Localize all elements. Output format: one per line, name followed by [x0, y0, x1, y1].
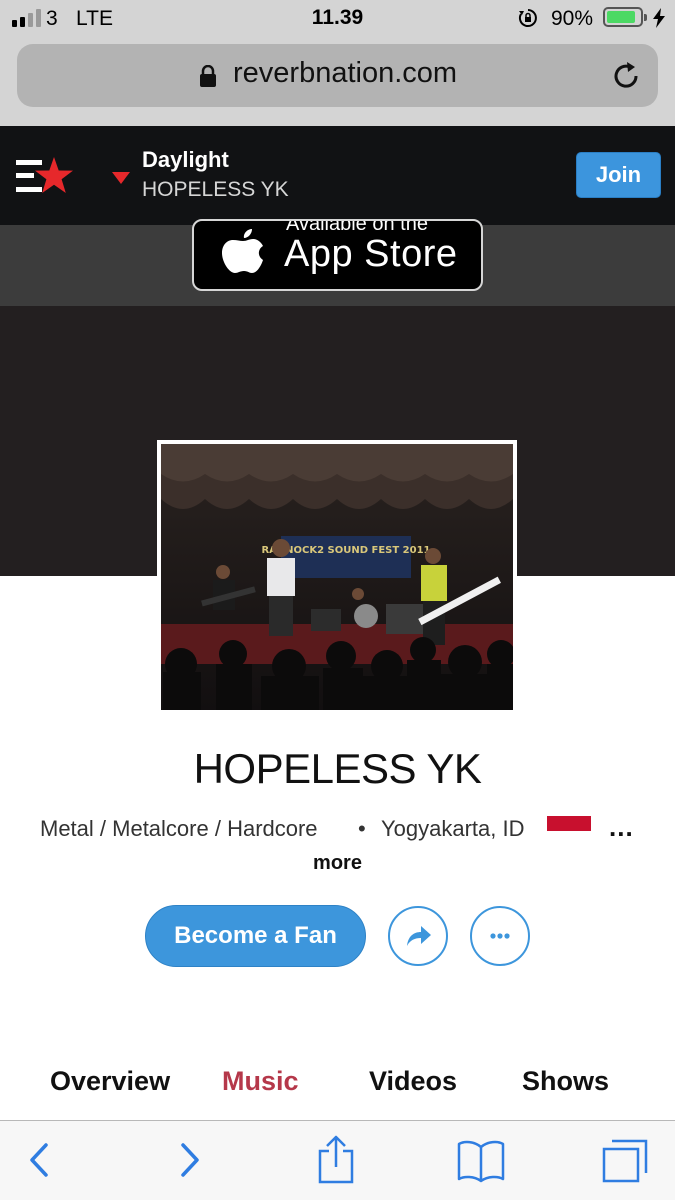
concert-photo-image: RAGNOCK2 SOUND FEST 2011: [161, 444, 513, 710]
battery-percent: 90%: [551, 7, 594, 30]
now-playing-artist[interactable]: HOPELESS YK: [142, 178, 289, 202]
tab-videos[interactable]: Videos: [369, 1066, 457, 1097]
browser-toolbar: [0, 1120, 675, 1200]
more-options-button[interactable]: [470, 906, 530, 966]
browser-url-area: reverbnation.com: [0, 36, 675, 126]
ellipsis-icon: [490, 933, 510, 939]
status-bar: 3 LTE 11.39 90%: [0, 0, 675, 36]
tab-music[interactable]: Music: [222, 1066, 299, 1097]
indonesia-flag-icon: [547, 816, 591, 846]
meta-separator: •: [358, 816, 366, 841]
now-playing-title[interactable]: Daylight: [142, 147, 229, 173]
meta-more-dots[interactable]: ...: [609, 812, 634, 843]
app-store-name: App Store: [284, 233, 458, 275]
tabs-overview-icon[interactable]: [600, 1135, 650, 1185]
join-button[interactable]: Join: [576, 152, 661, 198]
player-dropdown-icon[interactable]: [112, 172, 130, 184]
share-button[interactable]: [388, 906, 448, 966]
artist-name: HOPELESS YK: [193, 745, 482, 792]
address-bar[interactable]: reverbnation.com: [17, 44, 658, 107]
reverbnation-logo-icon[interactable]: [16, 156, 74, 196]
url-text: reverbnation.com: [233, 57, 458, 89]
back-icon[interactable]: [24, 1135, 54, 1185]
apple-icon: [222, 229, 263, 273]
forward-icon[interactable]: [175, 1135, 205, 1185]
profile-tabs: Overview Music Videos Shows: [0, 1060, 675, 1120]
tab-overview[interactable]: Overview: [50, 1066, 170, 1097]
site-header: Daylight HOPELESS YK Join: [0, 126, 675, 225]
rotation-lock-icon: [518, 9, 537, 27]
share-arrow-icon: [407, 926, 431, 946]
lock-icon: [200, 65, 216, 87]
genre-list: Metal / Metalcore / Hardcore: [40, 816, 318, 841]
tab-shows[interactable]: Shows: [522, 1066, 609, 1097]
app-store-promo: Available on the App Store: [0, 219, 675, 306]
app-store-badge[interactable]: Available on the App Store: [192, 219, 483, 291]
bookmarks-icon[interactable]: [456, 1135, 506, 1185]
more-link[interactable]: more: [0, 852, 675, 875]
battery-icon: [603, 7, 647, 27]
share-sheet-icon[interactable]: [314, 1135, 358, 1185]
artist-photo[interactable]: RAGNOCK2 SOUND FEST 2011: [157, 440, 517, 710]
artist-location: Yogyakarta, ID: [381, 816, 525, 841]
become-a-fan-button[interactable]: Become a Fan: [145, 905, 366, 967]
charging-bolt-icon: [653, 8, 665, 28]
reload-icon[interactable]: [611, 60, 643, 92]
